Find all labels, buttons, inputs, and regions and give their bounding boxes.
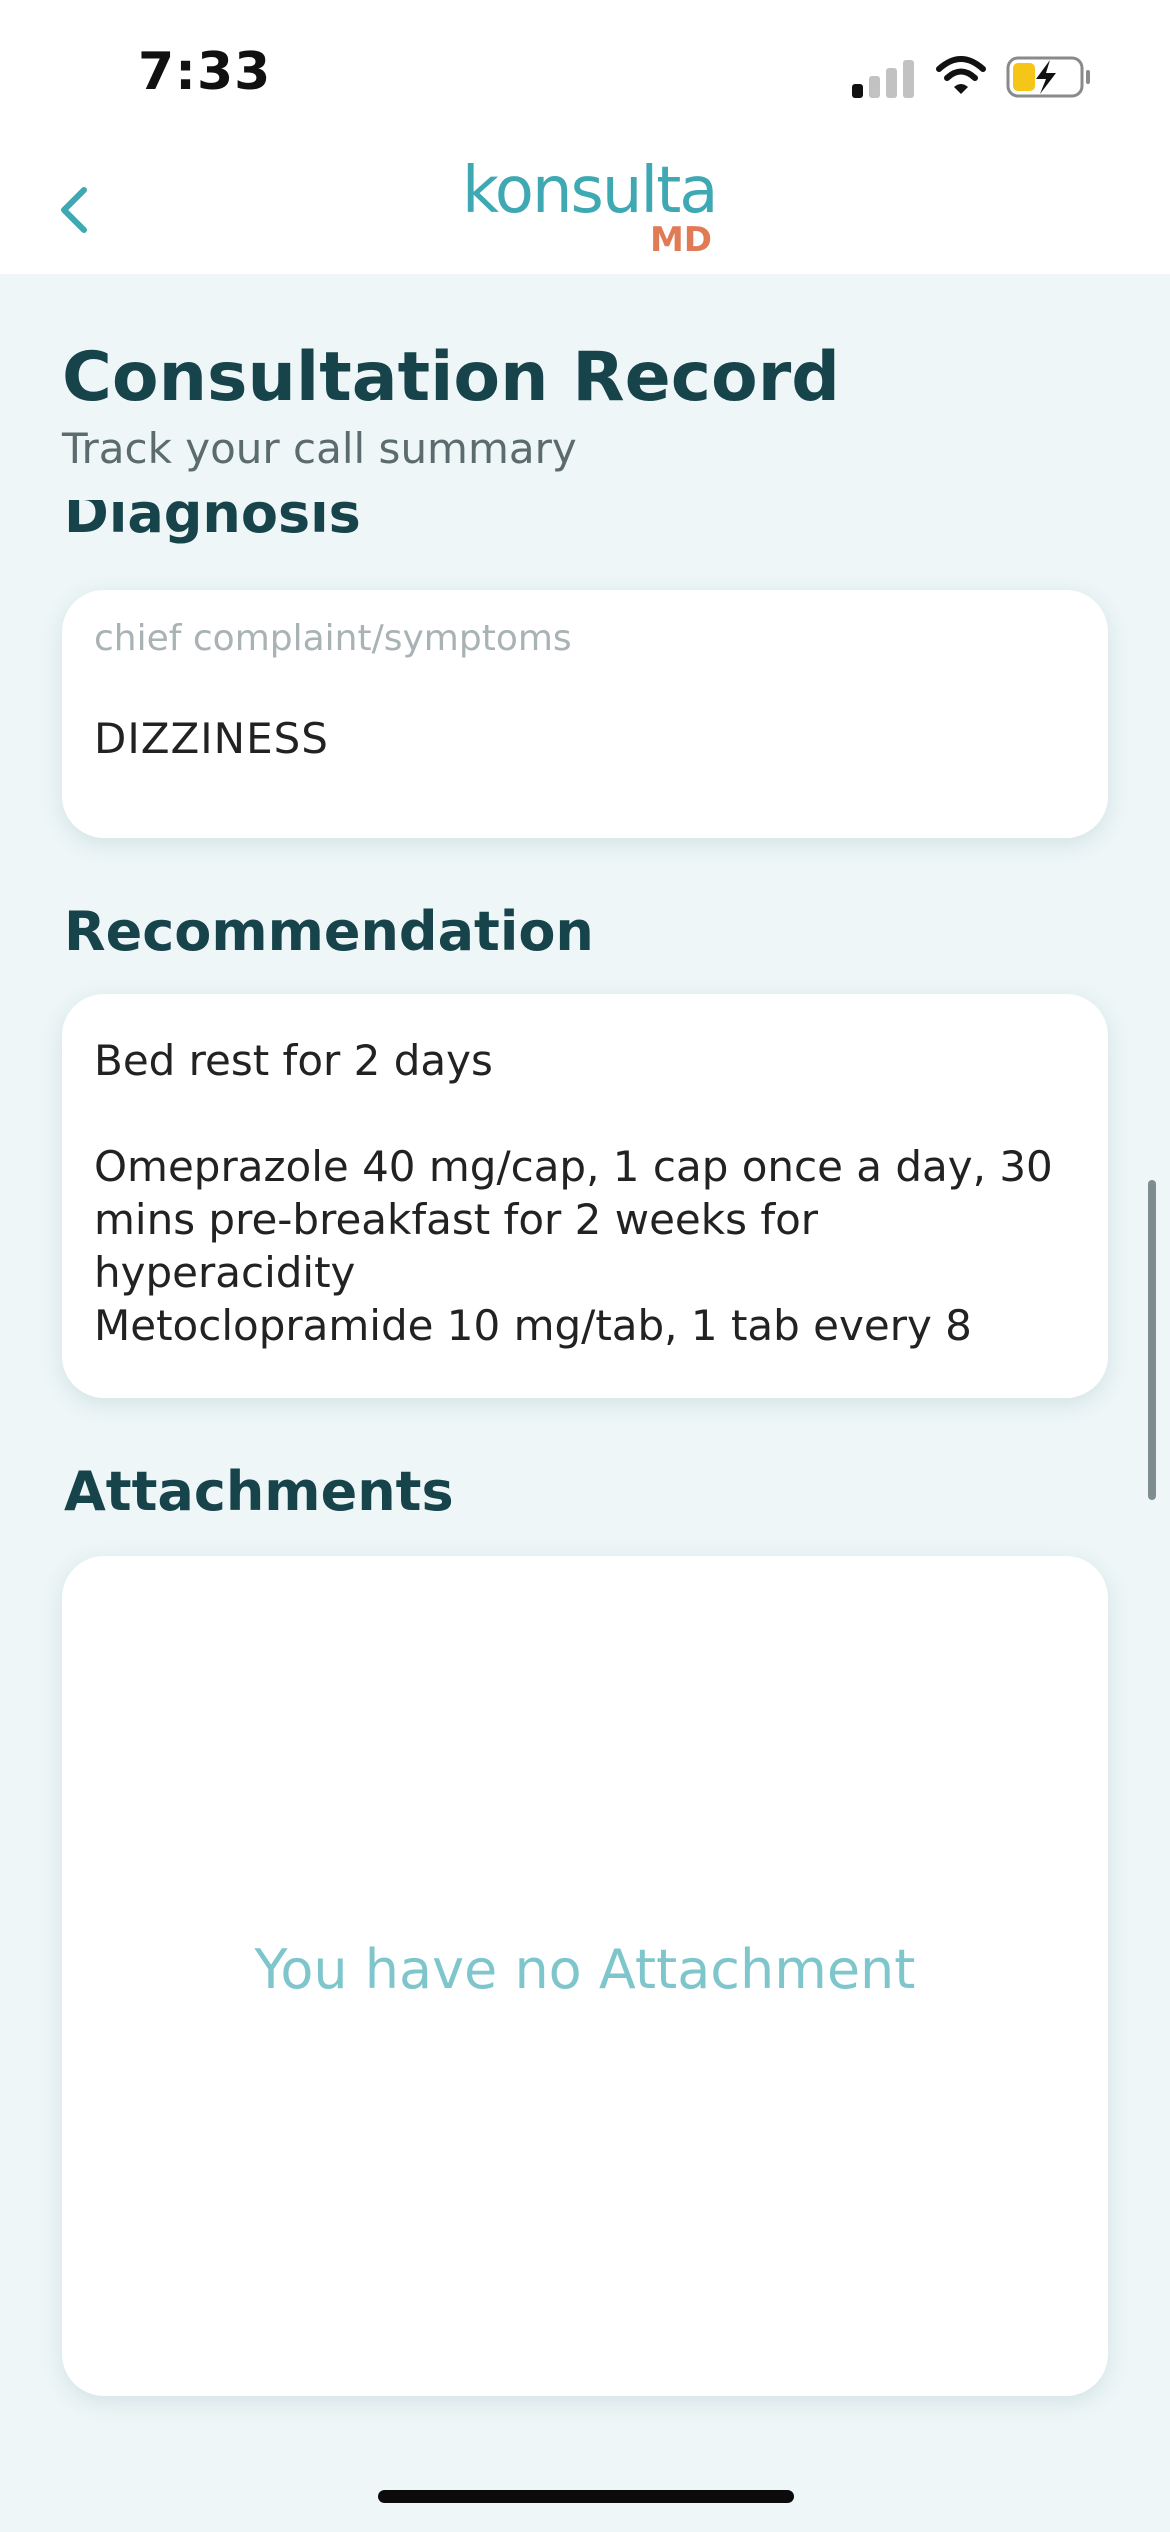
status-bar: 7:33 xyxy=(0,0,1170,140)
home-indicator[interactable] xyxy=(378,2490,794,2503)
page-subtitle: Track your call summary xyxy=(62,424,577,473)
battery-charging-icon xyxy=(1006,56,1090,98)
empty-attachment-message: You have no Attachment xyxy=(254,1938,916,2001)
cellular-signal-icon xyxy=(852,58,916,98)
wifi-icon xyxy=(936,56,986,94)
konsulta-md-logo: konsulta MD xyxy=(462,154,718,266)
diagnosis-card: chief complaint/symptoms DIZZINESS xyxy=(62,590,1108,838)
logo-main-text: konsulta xyxy=(462,154,718,228)
chief-complaint-value: DIZZINESS xyxy=(94,714,329,763)
recommendation-text: Bed rest for 2 days Omeprazole 40 mg/cap… xyxy=(94,1036,1053,1350)
logo-sub-text: MD xyxy=(649,220,712,260)
scrollbar[interactable] xyxy=(1148,1180,1156,1500)
chief-complaint-label: chief complaint/symptoms xyxy=(94,618,572,659)
back-button[interactable] xyxy=(50,180,100,240)
chevron-left-icon xyxy=(61,187,87,233)
attachments-heading: Attachments xyxy=(64,1460,454,1523)
app-header: konsulta MD xyxy=(0,140,1170,274)
recommendation-heading: Recommendation xyxy=(64,900,594,963)
status-time: 7:33 xyxy=(138,42,272,102)
recommendation-card[interactable]: Bed rest for 2 days Omeprazole 40 mg/cap… xyxy=(62,994,1108,1398)
page-title: Consultation Record xyxy=(62,338,840,417)
diagnosis-heading-clip: Diagnosis xyxy=(0,500,1170,560)
attachments-card: You have no Attachment xyxy=(62,1556,1108,2396)
diagnosis-heading: Diagnosis xyxy=(64,500,361,545)
